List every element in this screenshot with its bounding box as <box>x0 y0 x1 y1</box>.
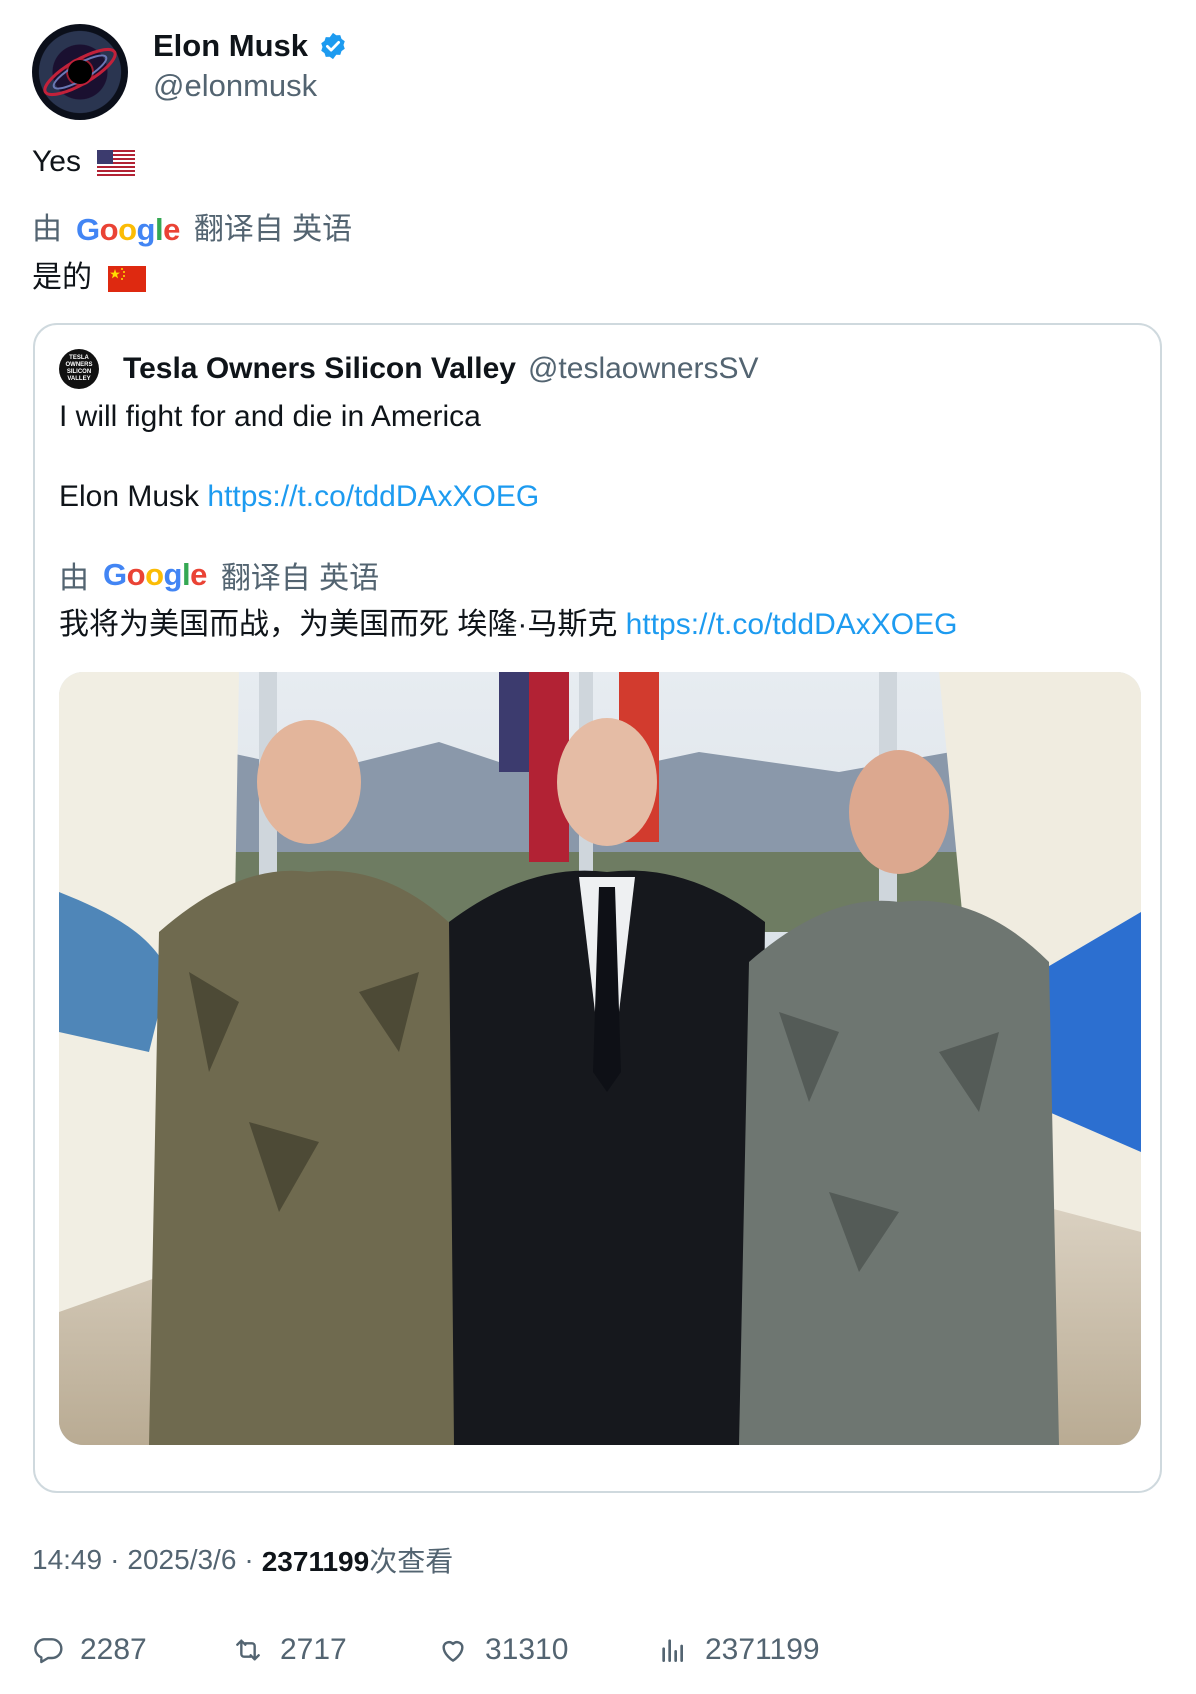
views-button[interactable]: 2371199 <box>657 1627 820 1673</box>
translated-text: 是的 <box>32 256 147 300</box>
quoted-text-line2: Elon Musk https://t.co/tddDAxXOEG <box>59 477 539 517</box>
tweet-text: Yes <box>32 140 136 184</box>
quoted-translated-from: 翻译自 英语 <box>220 562 380 595</box>
reply-count: 2287 <box>80 1633 147 1666</box>
repost-button[interactable]: 2717 <box>232 1627 347 1673</box>
quoted-author-avatar[interactable]: TESLA OWNERS SILICON VALLEY <box>59 349 99 389</box>
repost-count: 2717 <box>280 1633 347 1666</box>
quoted-link[interactable]: https://t.co/tddDAxXOEG <box>207 480 539 513</box>
tweet-body: Yes <box>32 145 81 178</box>
meta-separator: · <box>244 1544 254 1575</box>
views-label: 次查看 <box>369 1546 454 1577</box>
quoted-translated-body: 我将为美国而战，为美国而死 埃隆·马斯克 <box>59 608 626 641</box>
quoted-google-logo: Google <box>103 557 207 592</box>
views-count: 2371199 <box>705 1633 820 1666</box>
quoted-author-handle[interactable]: @teslaownersSV <box>528 352 759 386</box>
tweet-meta: 14:49 · 2025/3/6 · 2371199次查看 <box>32 1540 453 1580</box>
translated-from: 翻译自 英语 <box>193 213 353 246</box>
quoted-avatar-text: TESLA OWNERS SILICON VALLEY <box>65 355 93 382</box>
translated-by: 由 Google 翻译自 英语 <box>32 208 352 252</box>
us-flag-icon <box>97 150 136 177</box>
verified-badge-icon <box>321 32 345 60</box>
quoted-tweet-header: TESLA OWNERS SILICON VALLEY Tesla Owners… <box>59 349 759 389</box>
author-handle[interactable]: @elonmusk <box>153 68 317 104</box>
repost-icon <box>236 1639 260 1661</box>
meta-separator: · <box>110 1544 120 1575</box>
china-flag-icon <box>108 266 147 293</box>
author-header: Elon Musk @elonmusk <box>32 24 1132 120</box>
quoted-translated-by-prefix: 由 <box>59 562 89 595</box>
reply-button[interactable]: 2287 <box>32 1627 147 1673</box>
quoted-translated-link[interactable]: https://t.co/tddDAxXOEG <box>626 608 958 641</box>
photo-three-men-icon <box>59 672 1141 1445</box>
author-name-row[interactable]: Elon Musk <box>153 24 348 68</box>
tweet-actions: 2287 2717 31310 2371199 <box>32 1627 1152 1673</box>
quoted-tweet-card[interactable]: TESLA OWNERS SILICON VALLEY Tesla Owners… <box>33 323 1162 1493</box>
quoted-translated-by: 由 Google 翻译自 英语 <box>59 553 379 597</box>
author-name[interactable]: Elon Musk <box>153 28 308 64</box>
quoted-media-photo[interactable] <box>59 672 1141 1445</box>
heart-icon <box>442 1641 464 1662</box>
like-button[interactable]: 31310 <box>437 1627 568 1673</box>
reply-icon <box>34 1638 63 1664</box>
like-count: 31310 <box>485 1633 569 1666</box>
google-logo: Google <box>76 212 180 247</box>
translated-by-prefix: 由 <box>32 213 62 246</box>
translated-body: 是的 <box>32 261 92 294</box>
tweet-view-count: 2371199 <box>261 1546 370 1577</box>
tweet-date[interactable]: 2025/3/6 <box>127 1544 236 1576</box>
quoted-author-name[interactable]: Tesla Owners Silicon Valley <box>123 352 516 386</box>
quoted-text-line1: I will fight for and die in America <box>59 400 481 433</box>
quoted-translated-text: 我将为美国而战，为美国而死 埃隆·马斯克 https://t.co/tddDAx… <box>59 605 957 645</box>
tweet-time[interactable]: 14:49 <box>32 1544 102 1576</box>
black-hole-icon <box>43 47 117 97</box>
bar-chart-icon <box>662 1639 683 1662</box>
quoted-line2-prefix: Elon Musk <box>59 480 208 513</box>
author-avatar[interactable] <box>32 24 128 120</box>
